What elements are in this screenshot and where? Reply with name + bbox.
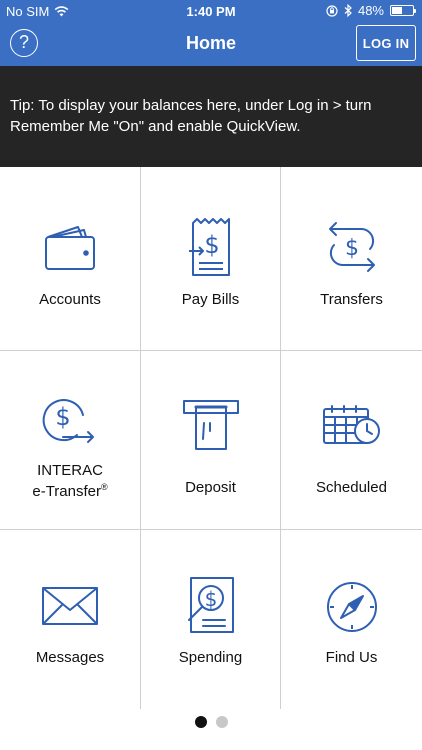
svg-text:$: $	[55, 403, 70, 431]
bluetooth-icon	[344, 4, 352, 17]
envelope-icon	[42, 587, 98, 625]
etransfer-icon: $	[42, 399, 94, 443]
tile-label: INTERAC e-Transfer®	[0, 463, 140, 500]
tile-label: Messages	[35, 649, 105, 666]
bill-icon: $	[188, 218, 230, 276]
tile-label: Accounts	[39, 291, 101, 308]
menu-grid: Accounts $ Pay Bills $ Transfers $ INTER…	[0, 167, 422, 709]
transfer-icon: $	[328, 222, 375, 272]
login-button[interactable]: LOG IN	[356, 25, 416, 61]
svg-text:$: $	[345, 236, 359, 261]
tile-spending[interactable]: $ Spending	[141, 530, 281, 709]
battery-percent: 48%	[357, 3, 384, 18]
tip-text: Tip: To display your balances here, unde…	[10, 97, 372, 135]
tile-transfers[interactable]: $ Transfers	[281, 167, 422, 351]
registered-mark: ®	[101, 482, 108, 492]
svg-text:$: $	[204, 231, 219, 259]
status-bar: No SIM 1:40 PM 48%	[0, 0, 422, 22]
tile-pay-bills[interactable]: $ Pay Bills	[141, 167, 281, 351]
tile-label: Pay Bills	[181, 291, 240, 308]
svg-text:$: $	[204, 587, 217, 611]
compass-icon	[326, 582, 377, 632]
tile-label: Transfers	[320, 291, 383, 308]
page-dot-1[interactable]	[194, 716, 207, 728]
deposit-icon	[182, 400, 239, 450]
status-right: 48%	[326, 3, 416, 18]
battery-fill	[392, 7, 402, 14]
wallet-icon	[45, 226, 95, 270]
tile-label: Spending	[178, 649, 243, 666]
tip-banner: Tip: To display your balances here, unde…	[0, 66, 422, 167]
spending-report-icon: $	[187, 577, 234, 633]
tile-scheduled[interactable]: Scheduled	[281, 351, 422, 530]
page-dot-2[interactable]	[215, 716, 228, 728]
nav-bar: ? Home LOG IN	[0, 22, 422, 66]
tile-accounts[interactable]: Accounts	[0, 167, 141, 351]
tile-label-line1: INTERAC	[37, 462, 103, 479]
tile-label: Deposit	[185, 479, 236, 496]
battery-icon	[390, 5, 416, 16]
calendar-clock-icon	[322, 405, 380, 444]
page-indicator	[0, 716, 422, 728]
tile-label-line2: e-Transfer®	[32, 482, 108, 500]
tile-messages[interactable]: Messages	[0, 530, 141, 709]
tile-label: Scheduled	[316, 479, 387, 496]
orientation-lock-icon	[326, 4, 338, 17]
tile-label: Find Us	[325, 649, 378, 666]
tile-find-us[interactable]: Find Us	[281, 530, 422, 709]
tile-deposit[interactable]: Deposit	[141, 351, 281, 530]
tile-interac-etransfer[interactable]: $ INTERAC e-Transfer®	[0, 351, 141, 530]
top-header: No SIM 1:40 PM 48% ? Home LOG IN	[0, 0, 422, 66]
